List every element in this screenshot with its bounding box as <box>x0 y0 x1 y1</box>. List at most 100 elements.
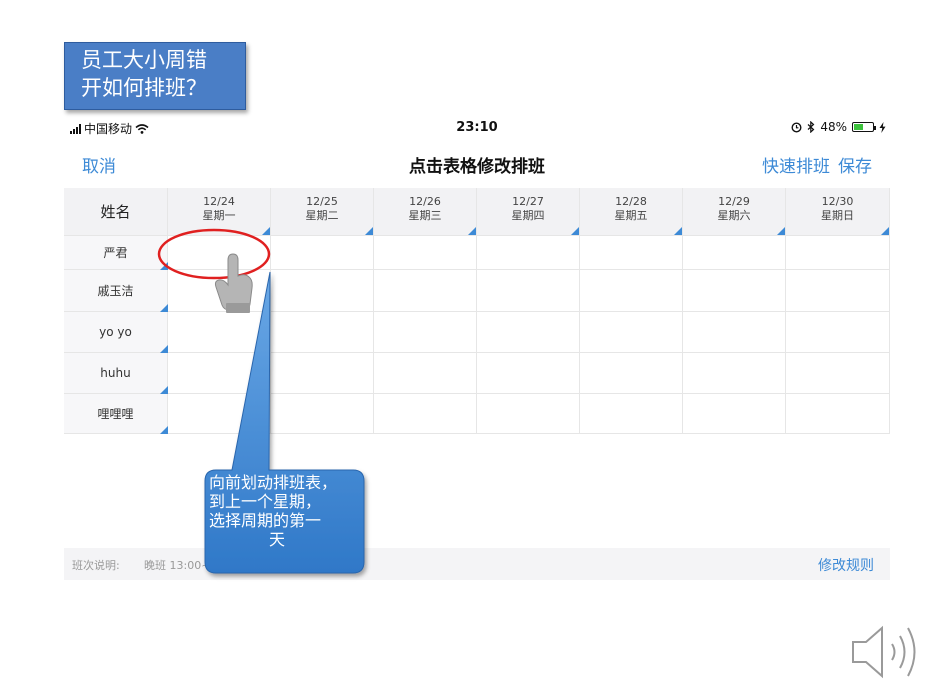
schedule-cell[interactable] <box>683 236 786 270</box>
schedule-cell[interactable] <box>168 394 271 434</box>
schedule-cell[interactable] <box>374 394 477 434</box>
nav-bar: 取消 点击表格修改排班 快速排班 保存 <box>64 148 890 182</box>
schedule-cell[interactable] <box>477 236 580 270</box>
footer-bar: 班次说明: 晚班 13:00~ 修改规则 <box>64 548 890 580</box>
schedule-cell[interactable] <box>580 236 683 270</box>
nav-actions: 快速排班 保存 <box>762 152 872 177</box>
callout-line: 选择周期的第一 <box>209 511 322 530</box>
day-weekday: 星期三 <box>408 209 442 222</box>
employee-name: yo yo <box>64 312 168 353</box>
schedule-cell[interactable] <box>271 394 374 434</box>
day-weekday: 星期一 <box>202 209 236 222</box>
employee-name: 哩哩哩 <box>64 394 168 434</box>
schedule-cell[interactable] <box>683 394 786 434</box>
schedule-cell[interactable] <box>580 353 683 394</box>
schedule-cell[interactable] <box>168 312 271 353</box>
row-corner-marker <box>160 386 168 394</box>
slide-title-box: 员工大小周错 开如何排班？ <box>64 42 246 110</box>
day-date: 12/26 <box>409 195 441 208</box>
schedule-cell[interactable] <box>168 270 271 312</box>
callout-line: 到上一个星期， <box>209 492 322 511</box>
schedule-cell[interactable] <box>477 353 580 394</box>
corner-marker <box>365 227 373 235</box>
slide-title-line-1: 员工大小周错 <box>81 48 207 72</box>
day-weekday: 星期六 <box>717 209 751 222</box>
corner-marker <box>571 227 579 235</box>
modify-rules-button[interactable]: 修改规则 <box>818 555 874 575</box>
day-date: 12/24 <box>203 195 235 208</box>
schedule-cell[interactable] <box>477 270 580 312</box>
day-header: 12/28 星期五 <box>580 188 683 236</box>
corner-marker <box>674 227 682 235</box>
slide-title-line-2: 开如何排班？ <box>81 76 207 100</box>
schedule-cell[interactable] <box>168 353 271 394</box>
day-date: 12/27 <box>512 195 544 208</box>
schedule-cell[interactable] <box>580 312 683 353</box>
schedule-cell[interactable] <box>683 353 786 394</box>
schedule-cell[interactable] <box>168 236 271 270</box>
schedule-cell[interactable] <box>374 236 477 270</box>
shift-description-value: 晚班 13:00~ <box>144 559 211 572</box>
row-corner-marker <box>160 426 168 434</box>
day-header: 12/25 星期二 <box>271 188 374 236</box>
day-header: 12/27 星期四 <box>477 188 580 236</box>
day-header: 12/29 星期六 <box>683 188 786 236</box>
status-time: 23:10 <box>456 120 498 135</box>
day-date: 12/25 <box>306 195 338 208</box>
callout-line: 向前划动排班表， <box>209 473 338 492</box>
day-date: 12/28 <box>615 195 647 208</box>
status-bar: 中国移动 23:10 48% <box>64 116 890 140</box>
callout-line: 天 <box>268 530 285 549</box>
battery-percent: 48% <box>820 120 847 134</box>
charging-icon <box>879 121 886 133</box>
day-header: 12/30 星期日 <box>786 188 890 236</box>
day-weekday: 星期日 <box>821 209 854 222</box>
row-corner-marker <box>160 262 168 270</box>
battery-icon <box>852 122 876 132</box>
callout-text: 向前划动排班表， 到上一个星期， 选择周期的第一 天 <box>205 473 365 549</box>
schedule-cell[interactable] <box>580 394 683 434</box>
schedule-cell[interactable] <box>271 353 374 394</box>
schedule-cell[interactable] <box>374 353 477 394</box>
corner-marker <box>777 227 785 235</box>
save-button[interactable]: 保存 <box>838 152 872 177</box>
schedule-cell[interactable] <box>786 236 890 270</box>
corner-marker <box>881 227 889 235</box>
name-column-header: 姓名 <box>64 188 168 236</box>
alarm-icon <box>791 121 802 133</box>
day-weekday: 星期二 <box>305 209 339 222</box>
schedule-cell[interactable] <box>271 312 374 353</box>
day-date: 12/30 <box>821 195 854 208</box>
employee-name: 严君 <box>64 236 168 270</box>
schedule-cell[interactable] <box>786 353 890 394</box>
quick-schedule-button[interactable]: 快速排班 <box>762 152 830 177</box>
schedule-cell[interactable] <box>374 312 477 353</box>
schedule-cell[interactable] <box>786 312 890 353</box>
row-corner-marker <box>160 304 168 312</box>
schedule-cell[interactable] <box>271 270 374 312</box>
schedule-cell[interactable] <box>580 270 683 312</box>
row-corner-marker <box>160 345 168 353</box>
day-weekday: 星期五 <box>614 209 648 222</box>
schedule-cell[interactable] <box>477 394 580 434</box>
schedule-cell[interactable] <box>683 312 786 353</box>
day-date: 12/29 <box>718 195 750 208</box>
corner-marker <box>262 227 270 235</box>
schedule-cell[interactable] <box>786 270 890 312</box>
status-right: 48% <box>791 120 886 134</box>
schedule-cell[interactable] <box>477 312 580 353</box>
corner-marker <box>468 227 476 235</box>
bluetooth-icon <box>807 121 815 133</box>
schedule-cell[interactable] <box>683 270 786 312</box>
day-weekday: 星期四 <box>511 209 545 222</box>
schedule-table: 姓名 12/24 星期一 12/25 星期二 12/26 星期三 12/27 星… <box>64 188 890 434</box>
schedule-cell[interactable] <box>271 236 374 270</box>
speaker-icon[interactable] <box>850 620 930 684</box>
schedule-cell[interactable] <box>374 270 477 312</box>
day-header: 12/24 星期一 <box>168 188 271 236</box>
employee-name: huhu <box>64 353 168 394</box>
shift-description-label: 班次说明: <box>72 559 120 572</box>
employee-name: 戚玉洁 <box>64 270 168 312</box>
schedule-cell[interactable] <box>786 394 890 434</box>
day-header: 12/26 星期三 <box>374 188 477 236</box>
